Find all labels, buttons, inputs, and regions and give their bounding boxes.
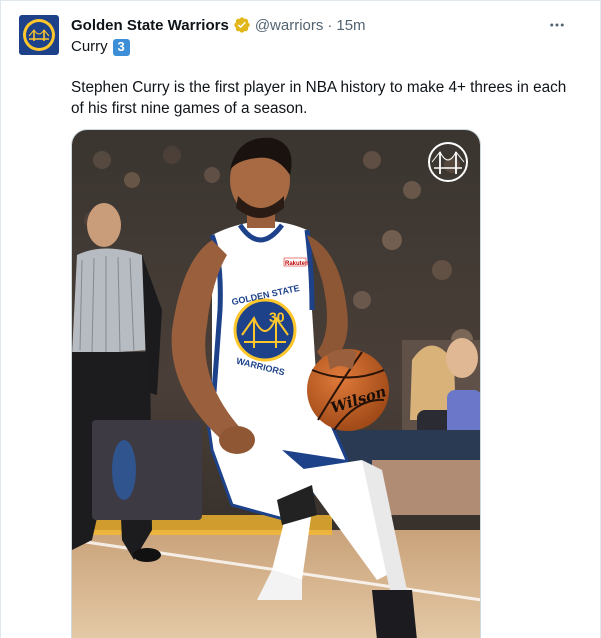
more-dots-icon[interactable]	[544, 13, 570, 37]
tweet-photo[interactable]: GOLDEN STATE WARRIORS 30 Rakuten Wilson	[71, 129, 481, 638]
tweet-header: Golden State Warriors @warriors · 15m	[71, 15, 580, 35]
warriors-logo	[26, 22, 52, 48]
warriors-logo-ring	[23, 19, 55, 51]
curry-photo: GOLDEN STATE WARRIORS 30 Rakuten Wilson	[72, 130, 480, 638]
avatar[interactable]	[19, 15, 59, 55]
tweet-body: Stephen Curry is the first player in NBA…	[71, 79, 567, 117]
keycap-three-emoji: 3	[112, 38, 130, 56]
tweet-first-line: Curry 3	[71, 37, 130, 57]
display-name[interactable]: Golden State Warriors	[71, 17, 229, 34]
tweet-card[interactable]: Golden State Warriors @warriors · 15m Cu…	[0, 0, 601, 638]
basketball: Wilson	[307, 349, 389, 431]
timestamp[interactable]: 15m	[336, 17, 365, 34]
sponsor-patch: Rakuten	[285, 261, 309, 267]
separator-dot: ·	[327, 16, 333, 34]
first-line-word: Curry	[71, 38, 108, 55]
bridge-icon	[28, 29, 50, 41]
jersey-number: 30	[269, 309, 285, 325]
handle[interactable]: @warriors	[255, 17, 324, 34]
verified-badge-icon[interactable]	[233, 16, 251, 34]
